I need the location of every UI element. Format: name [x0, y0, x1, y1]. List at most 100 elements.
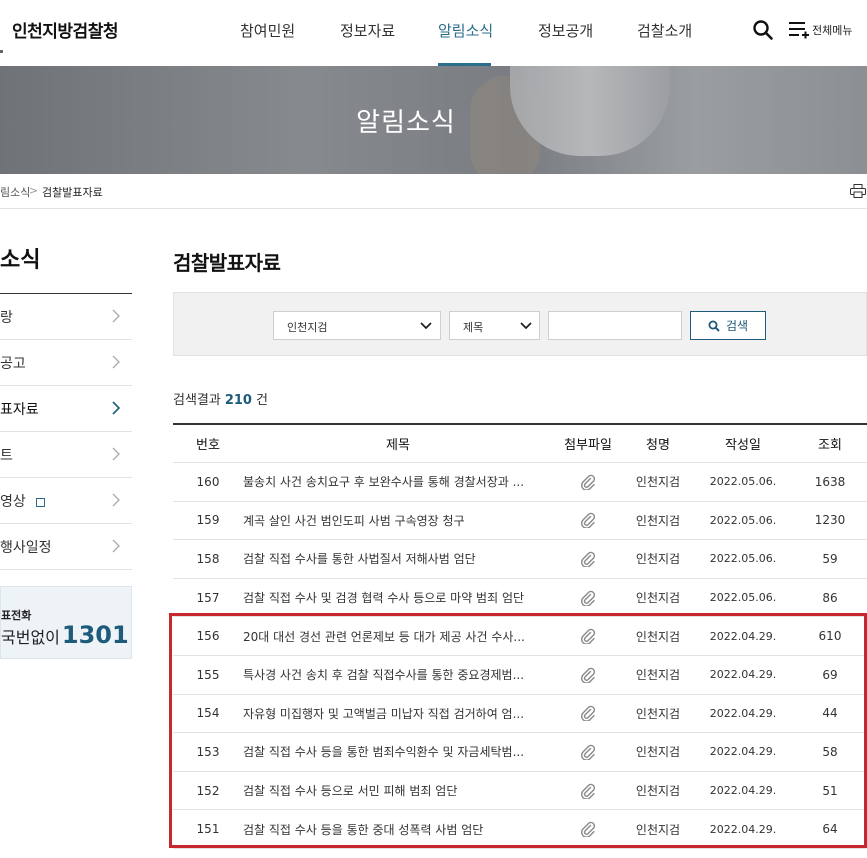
- row-title-link[interactable]: 자유형 미집행자 및 고액벌금 미납자 직접 검거하여 엄...: [243, 695, 553, 733]
- lnb-item-label: 행사일정: [0, 540, 52, 556]
- lnb-item-5[interactable]: 행사일정: [0, 524, 132, 570]
- printer-icon[interactable]: [850, 184, 866, 198]
- row-attachment[interactable]: [553, 463, 623, 501]
- header-dept: 청명: [646, 438, 670, 453]
- breadcrumb-parent[interactable]: 림소식: [0, 184, 30, 200]
- table-row[interactable]: 152 검찰 직접 수사 등으로 서민 피해 범죄 엄단 인천지검 2022.04.2…: [173, 772, 867, 811]
- table-row[interactable]: 155 특사경 사건 송치 후 검찰 직접수사를 통한 중요경제범... 인천지검 2…: [173, 656, 867, 695]
- row-date: 2022.05.06.: [709, 475, 777, 489]
- search-icon[interactable]: [752, 19, 774, 41]
- chevron-right-icon: [112, 539, 120, 553]
- paperclip-icon[interactable]: [580, 512, 596, 529]
- gnb-item-info[interactable]: 정보자료: [340, 20, 395, 41]
- table-body: 160 불송치 사건 송치요구 후 보완수사를 통해 경찰서장과 ... 인천지검 2…: [173, 463, 867, 849]
- search-input[interactable]: [548, 311, 682, 340]
- lnb-item-label: 영상: [0, 491, 45, 511]
- field-select[interactable]: 제목: [449, 311, 540, 340]
- lnb-list: 랑 공고 표자료 트 영상 행사일정: [0, 293, 132, 570]
- row-date: 2022.04.29.: [709, 668, 777, 682]
- paperclip-icon[interactable]: [580, 667, 596, 683]
- row-attachment[interactable]: [553, 579, 623, 617]
- table-row[interactable]: 157 검찰 직접 수사 및 검경 협력 수사 등으로 마약 범죄 엄단 인천지검 2…: [173, 579, 867, 618]
- row-date: 2022.04.29.: [709, 629, 777, 643]
- table-row[interactable]: 156 20대 대선 경선 관련 언론제보 등 대가 제공 사건 수사... 인천지…: [173, 617, 867, 656]
- breadcrumb-current: 검찰발표자료: [42, 186, 103, 199]
- row-title-link[interactable]: 특사경 사건 송치 후 검찰 직접수사를 통한 중요경제범...: [243, 656, 553, 694]
- scope-select[interactable]: 인천지검: [273, 311, 441, 340]
- row-no: 160: [196, 474, 220, 489]
- table-row[interactable]: 151 검찰 직접 수사 등을 통한 중대 성폭력 사범 엄단 인천지검 2022.0…: [173, 810, 867, 849]
- lnb-item-label: 공고: [0, 356, 26, 372]
- row-no: 152: [196, 783, 220, 798]
- row-no: 151: [196, 822, 220, 837]
- table-row[interactable]: 160 불송치 사건 송치요구 후 보완수사를 통해 경찰서장과 ... 인천지검 2…: [173, 463, 867, 502]
- row-attachment[interactable]: [553, 502, 623, 540]
- row-dept: 인천지검: [635, 552, 681, 567]
- breadcrumb: 림소식 > 검찰발표자료: [0, 174, 867, 209]
- hero-banner: 알림소식: [0, 66, 867, 174]
- phone-info-box: 표전화 국번없이1301: [0, 586, 132, 659]
- table-row[interactable]: 158 검찰 직접 수사를 통한 사법질서 저해사범 엄단 인천지검 2022.05.…: [173, 540, 867, 579]
- row-no: 153: [196, 744, 220, 759]
- paperclip-icon[interactable]: [580, 744, 596, 760]
- full-menu-label: 전체메뉴: [812, 24, 853, 37]
- chevron-down-icon: [420, 322, 432, 330]
- row-title-link[interactable]: 계곡 살인 사건 범인도피 사범 구속영장 청구: [243, 502, 553, 540]
- search-button-label: 검색: [725, 319, 749, 333]
- row-title-link[interactable]: 20대 대선 경선 관련 언론제보 등 대가 제공 사건 수사...: [243, 617, 553, 655]
- paperclip-icon[interactable]: [580, 590, 596, 606]
- row-views: 44: [822, 706, 838, 721]
- hero-title: 알림소식: [356, 108, 456, 138]
- lnb-item-4[interactable]: 영상: [0, 478, 132, 524]
- table-row[interactable]: 154 자유형 미집행자 및 고액벌금 미납자 직접 검거하여 엄... 인천지검 2…: [173, 695, 867, 734]
- row-dept: 인천지검: [635, 668, 681, 683]
- row-title-link[interactable]: 불송치 사건 송치요구 후 보완수사를 통해 경찰서장과 ...: [243, 463, 553, 501]
- row-date: 2022.05.06.: [709, 552, 777, 566]
- paperclip-icon[interactable]: [580, 821, 596, 838]
- row-no: 156: [196, 629, 220, 644]
- external-link-icon: [35, 497, 45, 507]
- row-date: 2022.04.29.: [709, 706, 777, 720]
- full-menu-button[interactable]: 전체메뉴: [788, 19, 867, 41]
- row-no: 158: [196, 551, 220, 566]
- chevron-right-icon: [112, 447, 120, 461]
- row-views: 1638: [814, 474, 846, 489]
- row-attachment[interactable]: [553, 695, 623, 733]
- row-title-link[interactable]: 검찰 직접 수사 및 검경 협력 수사 등으로 마약 범죄 엄단: [243, 579, 553, 617]
- lnb-item-1[interactable]: 공고: [0, 340, 132, 386]
- lnb-item-0[interactable]: 랑: [0, 294, 132, 340]
- search-button[interactable]: 검색: [690, 311, 766, 340]
- row-date: 2022.05.06.: [709, 591, 777, 605]
- press-release-table: 번호 제목 첨부파일 청명 작성일 조회 160 불송치 사건 송치요구 후 보완…: [173, 423, 867, 849]
- row-attachment[interactable]: [553, 540, 623, 578]
- paperclip-icon[interactable]: [580, 705, 596, 722]
- row-views: 69: [822, 667, 838, 682]
- row-attachment[interactable]: [553, 656, 623, 694]
- table-row[interactable]: 153 검찰 직접 수사 등을 통한 범죄수익환수 및 자금세탁범... 인천지검 2…: [173, 733, 867, 772]
- row-title-link[interactable]: 검찰 직접 수사 등을 통한 범죄수익환수 및 자금세탁범...: [243, 733, 553, 771]
- gnb-item-news[interactable]: 알림소식: [438, 20, 493, 41]
- paperclip-icon[interactable]: [580, 551, 596, 567]
- gnb-item-about[interactable]: 검찰소개: [637, 20, 692, 41]
- lnb-item-3[interactable]: 트: [0, 432, 132, 478]
- paperclip-icon[interactable]: [580, 474, 596, 490]
- row-dept: 인천지검: [635, 591, 681, 606]
- row-attachment[interactable]: [553, 617, 623, 655]
- paperclip-icon[interactable]: [580, 628, 596, 645]
- lnb-item-2[interactable]: 표자료: [0, 386, 132, 432]
- gnb-item-disclosure[interactable]: 정보공개: [538, 20, 593, 41]
- row-attachment[interactable]: [553, 733, 623, 771]
- paperclip-icon[interactable]: [580, 783, 596, 799]
- row-attachment[interactable]: [553, 772, 623, 810]
- row-title-link[interactable]: 검찰 직접 수사 등으로 서민 피해 범죄 엄단: [243, 772, 553, 810]
- row-attachment[interactable]: [553, 810, 623, 848]
- row-title-link[interactable]: 검찰 직접 수사 등을 통한 중대 성폭력 사범 엄단: [243, 810, 553, 848]
- gnb-item-participation[interactable]: 참여민원: [240, 20, 295, 41]
- chevron-right-icon: [112, 493, 120, 507]
- site-logo[interactable]: 인천지방검찰청: [12, 17, 118, 42]
- result-count-number: 210: [224, 393, 252, 408]
- row-views: 610: [818, 629, 842, 644]
- table-row[interactable]: 159 계곡 살인 사건 범인도피 사범 구속영장 청구 인천지검 2022.05.0…: [173, 502, 867, 541]
- site-header: 인천지방검찰청 참여민원 정보자료 알림소식 정보공개 검찰소개 전체메뉴: [0, 0, 867, 66]
- row-title-link[interactable]: 검찰 직접 수사를 통한 사법질서 저해사범 엄단: [243, 540, 553, 578]
